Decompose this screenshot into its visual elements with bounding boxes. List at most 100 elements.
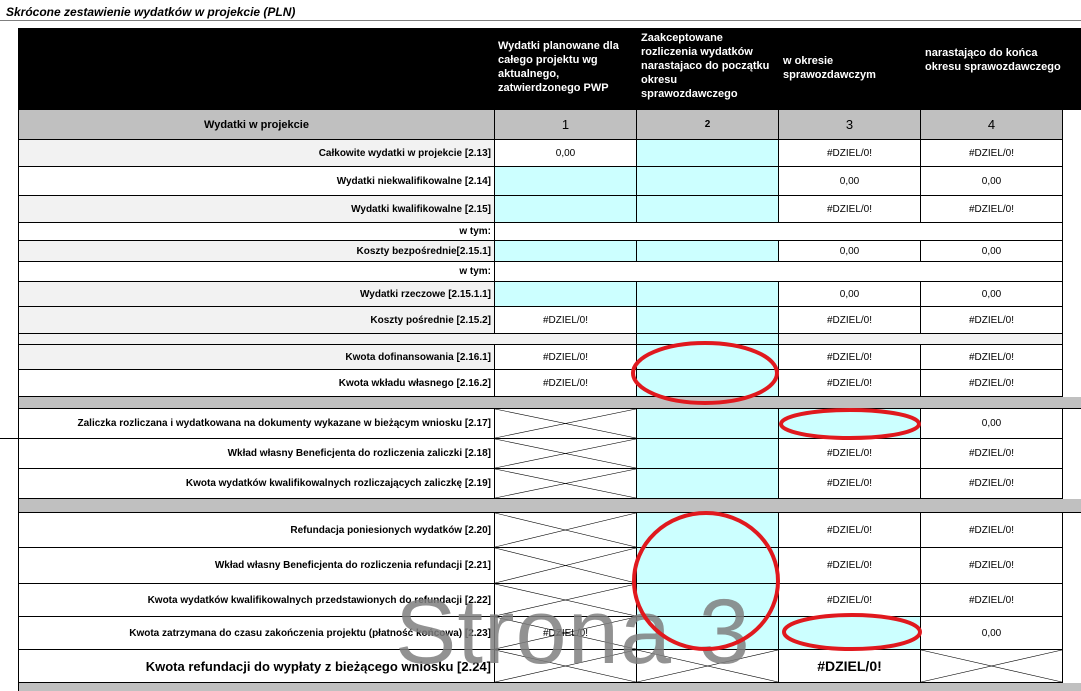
table-row: Koszty bezpośrednie[2.15.1] 0,00 0,00 [18,241,1081,262]
value-cell[interactable] [637,307,779,334]
value-cell[interactable]: #DZIEL/0! [779,140,921,167]
value-cell[interactable]: #DZIEL/0! [779,370,921,397]
value-cell[interactable]: 0,00 [921,167,1063,196]
table-row: Wydatki niekwalifikowalne [2.14] 0,00 0,… [18,167,1081,196]
value-cell[interactable]: #DZIEL/0! [495,307,637,334]
table-row: Wydatki rzeczowe [2.15.1.1] 0,00 0,00 [18,282,1081,307]
column-numbers-row: Wydatki w projekcie 1 2 3 4 [18,110,1081,140]
row-label: Wydatki kwalifikowalne [2.15] [18,196,495,223]
value-cell[interactable]: #DZIEL/0! [779,307,921,334]
table-border [18,140,19,691]
value-cell[interactable] [779,617,921,650]
table-row: Całkowite wydatki w projekcie [2.13] 0,0… [18,140,1081,167]
table-row: w tym: [18,262,1081,282]
table-row: Koszty pośrednie [2.15.2] #DZIEL/0! #DZI… [18,307,1081,334]
table-row: Wkład własny Beneficjenta do rozliczenia… [18,548,1081,584]
separator-row [18,499,1081,513]
value-cell[interactable]: #DZIEL/0! [921,307,1063,334]
value-cell[interactable]: #DZIEL/0! [495,345,637,370]
value-cell[interactable]: 0,00 [921,241,1063,262]
value-cell[interactable]: 0,00 [921,409,1063,439]
value-cell[interactable] [637,282,779,307]
value-cell[interactable]: #DZIEL/0! [921,370,1063,397]
value-cell[interactable] [637,439,779,469]
page-watermark: Strona 3 [395,581,751,683]
crossed-cell [495,409,637,439]
value-cell[interactable] [495,196,637,223]
value-cell[interactable]: #DZIEL/0! [779,196,921,223]
row-label: Wydatki rzeczowe [2.15.1.1] [18,282,495,307]
col-number: 3 [779,110,921,140]
row-label: Kwota wydatków kwalifikowalnych rozlicza… [18,469,495,499]
row-label: Wkład własny Beneficjenta do rozliczenia… [18,548,495,584]
table-row: Kwota dofinansowania [2.16.1] #DZIEL/0! … [18,345,1081,370]
header-col2: Zaakceptowane rozliczenia wydatków naras… [641,32,770,100]
value-cell[interactable]: #DZIEL/0! [779,584,921,617]
value-cell[interactable]: 0,00 [495,140,637,167]
crossed-cell [495,548,637,584]
header-col3: w okresie sprawozdawczym [783,55,876,81]
value-cell[interactable]: #DZIEL/0! [779,439,921,469]
value-cell[interactable]: #DZIEL/0! [779,548,921,584]
value-cell[interactable] [637,513,779,548]
value-cell[interactable]: #DZIEL/0! [779,650,921,683]
row-label: Refundacja poniesionych wydatków [2.20] [18,513,495,548]
crossed-cell [495,439,637,469]
value-cell[interactable]: #DZIEL/0! [495,370,637,397]
value-cell[interactable]: #DZIEL/0! [921,345,1063,370]
table-row: Kwota wkładu własnego [2.16.2] #DZIEL/0!… [18,370,1081,397]
value-cell[interactable]: #DZIEL/0! [779,513,921,548]
value-cell[interactable] [779,409,921,439]
col-number: 1 [495,110,637,140]
value-cell[interactable]: #DZIEL/0! [779,469,921,499]
table-row: Wkład własny Beneficjenta do rozliczenia… [18,439,1081,469]
row-label: Zaliczka rozliczana i wydatkowana na dok… [0,409,495,439]
value-cell[interactable] [637,241,779,262]
row-label: Kwota wkładu własnego [2.16.2] [18,370,495,397]
value-cell[interactable] [495,167,637,196]
empty-cell [495,223,1063,241]
value-cell[interactable] [637,370,779,397]
row-label: w tym: [18,223,495,241]
value-cell[interactable] [495,282,637,307]
value-cell[interactable] [637,140,779,167]
value-cell[interactable]: #DZIEL/0! [921,196,1063,223]
table-row: Zaliczka rozliczana i wydatkowana na dok… [0,409,1081,439]
value-cell[interactable]: #DZIEL/0! [779,345,921,370]
table-row: w tym: [18,223,1081,241]
table-header: Wydatki planowane dla całego projektu wg… [18,28,1081,110]
value-cell[interactable] [637,548,779,584]
crossed-cell [921,650,1063,683]
row-label: w tym: [18,262,495,282]
value-cell[interactable] [637,167,779,196]
row-label: Kwota dofinansowania [2.16.1] [18,345,495,370]
value-cell[interactable]: 0,00 [779,241,921,262]
value-cell[interactable]: #DZIEL/0! [921,513,1063,548]
value-cell[interactable]: #DZIEL/0! [921,439,1063,469]
value-cell[interactable] [637,196,779,223]
col-number: 2 [637,110,779,140]
row-label: Wydatki niekwalifikowalne [2.14] [18,167,495,196]
value-cell[interactable]: #DZIEL/0! [921,140,1063,167]
empty-cell [495,262,1063,282]
value-cell[interactable]: #DZIEL/0! [921,584,1063,617]
value-cell[interactable]: 0,00 [921,617,1063,650]
value-cell[interactable]: 0,00 [779,167,921,196]
row-label: Koszty pośrednie [2.15.2] [18,307,495,334]
table-row: Wydatki kwalifikowalne [2.15] #DZIEL/0! … [18,196,1081,223]
value-cell[interactable] [637,469,779,499]
row-label: Wkład własny Beneficjenta do rozliczenia… [18,439,495,469]
table-row: Kwota wydatków kwalifikowalnych rozlicza… [18,469,1081,499]
value-cell[interactable]: #DZIEL/0! [921,469,1063,499]
separator-row [18,334,1081,345]
row-label: Wydatki w projekcie [18,110,495,140]
value-cell[interactable]: 0,00 [921,282,1063,307]
separator-row [18,397,1081,409]
value-cell[interactable] [495,241,637,262]
header-col4: narastająco do końca okresu sprawozdawcz… [925,47,1061,73]
value-cell[interactable] [637,345,779,370]
value-cell[interactable]: #DZIEL/0! [921,548,1063,584]
value-cell[interactable] [637,409,779,439]
value-cell[interactable]: 0,00 [779,282,921,307]
col-number: 4 [921,110,1063,140]
